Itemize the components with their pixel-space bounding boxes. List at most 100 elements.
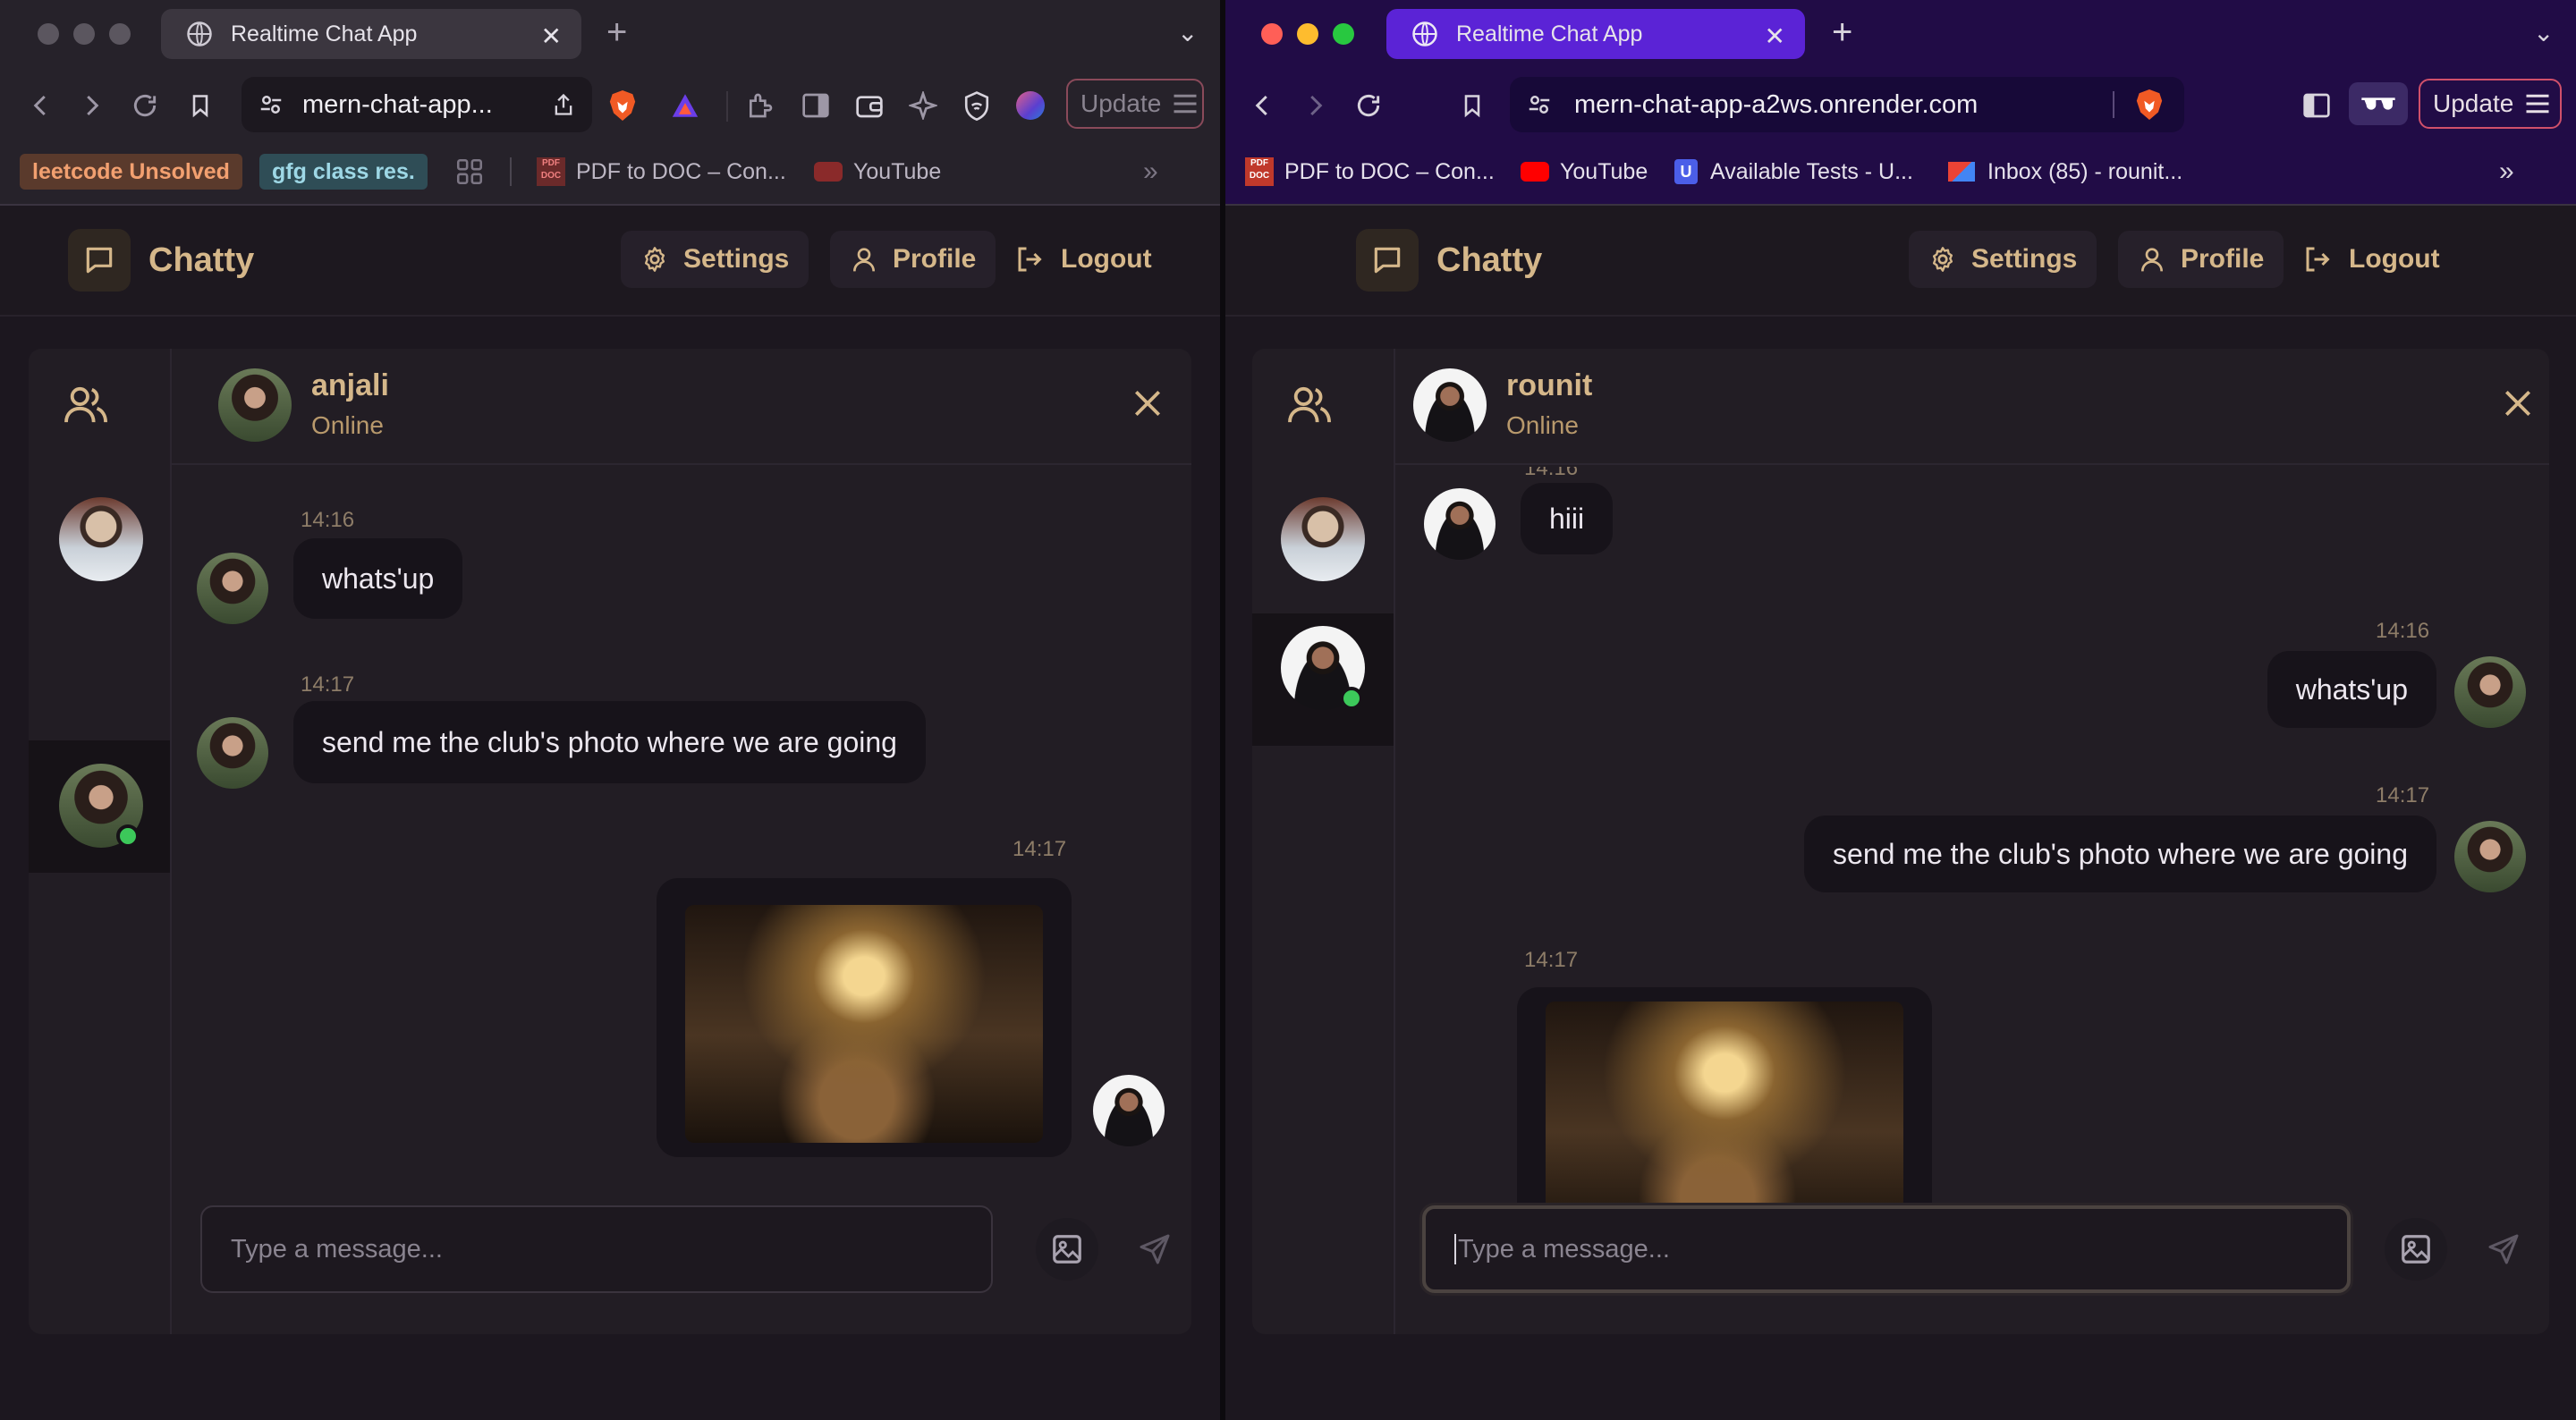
chat-header: rounit Online xyxy=(1395,349,2549,465)
forward-icon[interactable] xyxy=(1297,88,1333,123)
extensions-icon[interactable] xyxy=(742,88,778,123)
settings-button[interactable]: Settings xyxy=(1909,231,2097,288)
chevron-down-icon[interactable]: ⌄ xyxy=(1177,18,1198,47)
site-settings-icon[interactable] xyxy=(258,91,284,118)
share-icon[interactable] xyxy=(551,91,576,118)
bookmark-gfg[interactable]: gfg class res. xyxy=(259,154,428,190)
avatar xyxy=(197,553,268,624)
back-icon[interactable] xyxy=(23,88,59,123)
bookmark-available-tests[interactable]: U Available Tests - U... xyxy=(1674,154,1913,190)
bookmark-pdf-to-doc[interactable]: PDF DOC PDF to DOC – Con... xyxy=(537,154,786,190)
close-window-button[interactable] xyxy=(38,23,59,45)
private-glasses-icon[interactable] xyxy=(2349,82,2408,125)
plus-icon[interactable]: + xyxy=(1832,13,1852,53)
logout-label: Logout xyxy=(2349,244,2440,274)
bookmark-pdf-to-doc[interactable]: PDF DOC PDF to DOC – Con... xyxy=(1245,154,1495,190)
chevron-down-icon[interactable]: ⌄ xyxy=(2533,18,2554,47)
brave-lion-icon[interactable] xyxy=(605,88,640,123)
address-bar[interactable]: mern-chat-app... xyxy=(242,77,592,132)
message-time: 14:17 xyxy=(2376,783,2430,807)
bookmark-icon[interactable] xyxy=(1454,88,1490,123)
contact-item[interactable] xyxy=(1252,485,1394,617)
bookmark-gmail-inbox[interactable]: Inbox (85) - rounit... xyxy=(1948,154,2182,190)
send-icon[interactable] xyxy=(1123,1218,1186,1281)
brand-name[interactable]: Chatty xyxy=(1436,241,1542,280)
chat-panel: anjali Online 14:16 whats'up 14:17 send … xyxy=(29,349,1191,1334)
users-icon[interactable] xyxy=(64,385,109,430)
users-icon[interactable] xyxy=(1288,385,1333,430)
message-bubble: hiii xyxy=(1521,483,1614,554)
message-list: 14:16 whats'up 14:17 send me the club's … xyxy=(172,467,1191,1205)
left-browser-window: Realtime Chat App ✕ + ⌄ mern-chat-app...… xyxy=(0,0,1220,1420)
message-bubble: whats'up xyxy=(293,538,463,619)
brave-lion-icon[interactable] xyxy=(2134,88,2165,122)
rewards-icon[interactable] xyxy=(667,88,703,123)
image-icon[interactable] xyxy=(1036,1218,1098,1281)
site-settings-icon[interactable] xyxy=(1526,91,1553,118)
message-composer: Type a message... xyxy=(172,1205,1191,1334)
tab-realtime-chat-app[interactable]: Realtime Chat App ✕ xyxy=(161,9,581,59)
gmail-icon xyxy=(1948,162,1975,182)
menu-icon xyxy=(2526,94,2549,114)
logout-button[interactable]: Logout xyxy=(2302,231,2440,288)
vpn-icon[interactable] xyxy=(959,88,995,123)
brand-name[interactable]: Chatty xyxy=(148,241,254,280)
sidebar-icon[interactable] xyxy=(2299,88,2334,123)
send-icon[interactable] xyxy=(2472,1218,2535,1281)
minimize-window-button[interactable] xyxy=(73,23,95,45)
club-photo[interactable] xyxy=(1546,1002,1903,1205)
close-icon[interactable] xyxy=(1131,386,1165,425)
address-bar[interactable]: mern-chat-app-a2ws.onrender.com xyxy=(1510,77,2184,132)
chat-user-status: Online xyxy=(311,411,384,439)
toolbar: mern-chat-app-a2ws.onrender.com Update xyxy=(1225,68,2576,141)
minimize-window-button[interactable] xyxy=(1297,23,1318,45)
chevron-right-double-icon[interactable]: » xyxy=(2499,154,2514,190)
wallet-icon[interactable] xyxy=(852,88,887,123)
contact-item[interactable] xyxy=(29,485,170,617)
bookmark-icon[interactable] xyxy=(182,88,218,123)
close-icon[interactable]: ✕ xyxy=(541,21,562,51)
close-window-button[interactable] xyxy=(1261,23,1283,45)
forward-icon[interactable] xyxy=(73,88,109,123)
contact-item-rounit[interactable] xyxy=(1252,613,1394,746)
tab-realtime-chat-app[interactable]: Realtime Chat App ✕ xyxy=(1386,9,1805,59)
club-photo[interactable] xyxy=(685,905,1043,1143)
update-button[interactable]: Update xyxy=(2419,79,2562,129)
back-icon[interactable] xyxy=(1245,88,1281,123)
plus-icon[interactable]: + xyxy=(606,13,627,53)
chevron-right-double-icon[interactable]: » xyxy=(1143,154,1158,190)
leo-icon[interactable] xyxy=(905,88,941,123)
bookmark-label: PDF to DOC – Con... xyxy=(1284,158,1495,184)
youtube-icon xyxy=(814,162,843,182)
profile-icon[interactable] xyxy=(1013,88,1048,123)
profile-button[interactable]: Profile xyxy=(2118,231,2284,288)
contact-item-anjali[interactable] xyxy=(29,740,170,873)
chat-icon xyxy=(1356,229,1419,292)
close-icon[interactable] xyxy=(2501,386,2535,425)
chat-header: anjali Online xyxy=(172,349,1191,465)
close-icon[interactable]: ✕ xyxy=(1765,21,1785,51)
bookmark-label: YouTube xyxy=(853,158,942,184)
apps-grid-icon[interactable] xyxy=(454,154,485,190)
profile-label: Profile xyxy=(893,244,977,274)
settings-button[interactable]: Settings xyxy=(621,231,809,288)
profile-button[interactable]: Profile xyxy=(830,231,996,288)
maximize-window-button[interactable] xyxy=(1333,23,1354,45)
message-input[interactable]: Type a message... xyxy=(1422,1205,2351,1293)
url-text: mern-chat-app... xyxy=(302,89,493,119)
bookmark-leetcode[interactable]: leetcode Unsolved xyxy=(20,154,242,190)
logout-button[interactable]: Logout xyxy=(1014,231,1152,288)
reload-icon[interactable] xyxy=(1351,88,1386,123)
reload-icon[interactable] xyxy=(127,88,163,123)
image-icon[interactable] xyxy=(2385,1218,2447,1281)
update-button[interactable]: Update xyxy=(1066,79,1204,129)
bookmark-youtube[interactable]: YouTube xyxy=(814,154,941,190)
app-navbar: Chatty Settings Profile Logout xyxy=(0,206,1220,317)
bookmark-label: YouTube xyxy=(1560,158,1648,184)
bookmark-youtube[interactable]: YouTube xyxy=(1521,154,1648,190)
maximize-window-button[interactable] xyxy=(109,23,131,45)
sidebar-icon[interactable] xyxy=(798,88,834,123)
right-browser-window: Realtime Chat App ✕ + ⌄ mern-chat-app-a2… xyxy=(1225,0,2576,1420)
settings-label: Settings xyxy=(683,244,790,274)
message-input[interactable]: Type a message... xyxy=(200,1205,993,1293)
